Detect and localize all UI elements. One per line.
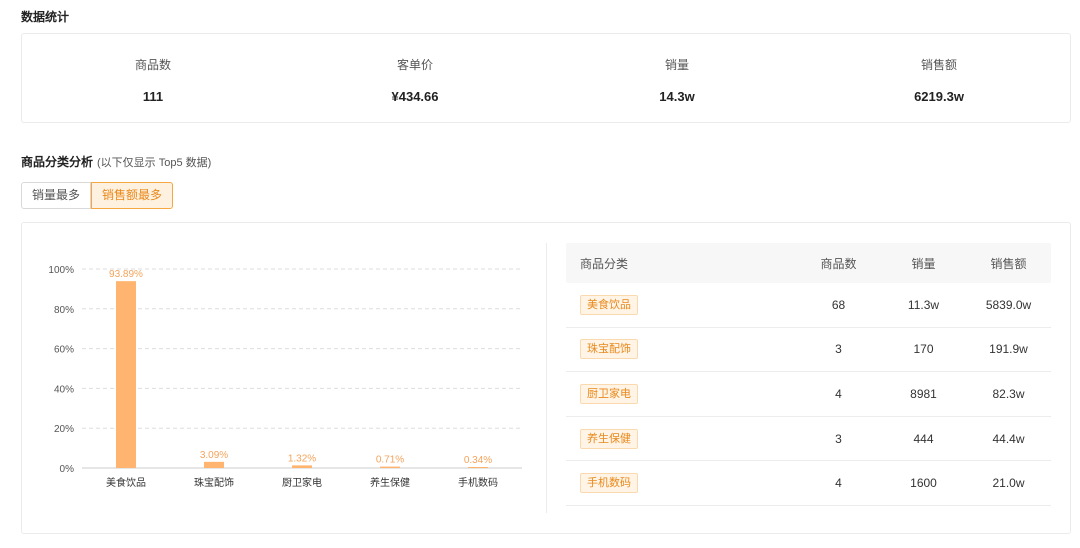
stat-sales-amount: 销售额 6219.3w	[808, 34, 1070, 122]
x-tick-label: 美食饮品	[106, 476, 146, 489]
bar	[292, 465, 312, 468]
row-sales: 170	[913, 342, 934, 357]
bar	[468, 467, 488, 468]
row-count: 68	[831, 297, 846, 312]
row-amount: 191.9w	[989, 342, 1028, 357]
stat-value: 6219.3w	[914, 89, 964, 104]
header-category: 商品分类	[580, 256, 629, 271]
y-tick-label: 40%	[54, 384, 74, 395]
x-tick-label: 手机数码	[458, 476, 498, 489]
y-tick-label: 20%	[54, 424, 74, 435]
row-sales: 11.3w	[907, 297, 940, 312]
category-tag: 养生保健	[580, 428, 638, 449]
row-sales: 444	[913, 431, 934, 446]
bar	[380, 466, 400, 468]
data-label: 93.89%	[109, 269, 143, 280]
tab-most-sales-volume[interactable]: 销量最多	[21, 182, 92, 209]
row-count: 3	[835, 342, 842, 357]
stat-value: ¥434.66	[391, 89, 439, 104]
category-tag: 珠宝配饰	[580, 339, 638, 360]
row-sales: 8981	[910, 386, 937, 401]
category-table: 商品分类 商品数 销量 销售额 美食饮品 68 11.3w 5839.0w 珠宝…	[566, 243, 1051, 506]
stat-label: 客单价	[396, 58, 433, 72]
table-row: 厨卫家电 4 8981 82.3w	[566, 372, 1051, 417]
y-tick-label: 100%	[48, 265, 74, 276]
category-tag: 美食饮品	[580, 294, 638, 315]
table-row: 美食饮品 68 11.3w 5839.0w	[566, 283, 1051, 328]
y-tick-label: 60%	[54, 345, 74, 356]
table-header: 商品分类 商品数 销量 销售额	[566, 243, 1051, 283]
row-count: 4	[835, 386, 842, 401]
category-tag: 厨卫家电	[580, 383, 638, 404]
bar	[204, 461, 224, 468]
header-count: 商品数	[820, 256, 857, 271]
row-amount: 44.4w	[992, 431, 1025, 446]
x-tick-label: 厨卫家电	[282, 476, 322, 489]
tab-most-sales-amount[interactable]: 销售额最多	[91, 182, 174, 209]
row-amount: 82.3w	[992, 386, 1025, 401]
table-row: 手机数码 4 1600 21.0w	[566, 461, 1051, 506]
header-amount: 销售额	[990, 256, 1027, 271]
card-divider	[546, 243, 547, 513]
bar	[116, 281, 136, 468]
row-amount: 5839.0w	[985, 297, 1032, 312]
stat-sales-volume: 销量 14.3w	[546, 34, 808, 122]
data-label: 0.34%	[464, 455, 492, 466]
stat-label: 商品数	[134, 58, 171, 72]
row-count: 4	[835, 476, 842, 491]
header-sales: 销量	[911, 256, 936, 271]
y-tick-label: 0%	[60, 464, 75, 475]
row-count: 3	[835, 431, 842, 446]
y-tick-label: 80%	[54, 305, 74, 316]
data-label: 1.32%	[288, 453, 316, 464]
analysis-title: 商品分类分析 (以下仅显示 Top5 数据)	[21, 153, 211, 170]
stat-product-count: 商品数 111	[22, 34, 284, 122]
category-bar-chart: 0% 20% 40% 60% 80% 100% 93.89% 美食饮品 3.09% 珠宝配饰 1.3…	[48, 265, 522, 489]
stat-value: 14.3w	[659, 89, 695, 104]
x-tick-label: 养生保健	[370, 476, 410, 489]
data-label: 3.09%	[200, 450, 228, 461]
analysis-subtitle: (以下仅显示 Top5 数据)	[97, 157, 212, 169]
x-tick-label: 珠宝配饰	[194, 476, 234, 489]
sort-tabs: 销量最多 销售额最多	[21, 182, 174, 209]
stats-title: 数据统计	[21, 10, 70, 24]
data-label: 0.71%	[376, 455, 404, 466]
stat-label: 销售额	[920, 58, 957, 72]
stat-value: 111	[142, 89, 164, 104]
category-tag: 手机数码	[580, 473, 638, 494]
stat-label: 销量	[664, 58, 689, 72]
table-row: 珠宝配饰 3 170 191.9w	[566, 328, 1051, 373]
stat-avg-order-price: 客单价 ¥434.66	[284, 34, 546, 122]
analysis-title-text: 商品分类分析	[21, 155, 94, 169]
row-sales: 1600	[910, 476, 937, 491]
table-row: 养生保健 3 444 44.4w	[566, 417, 1051, 462]
stats-card: 商品数 111 客单价 ¥434.66 销量 14.3w 销售额 6219.3w	[21, 33, 1071, 123]
row-amount: 21.0w	[992, 476, 1025, 491]
